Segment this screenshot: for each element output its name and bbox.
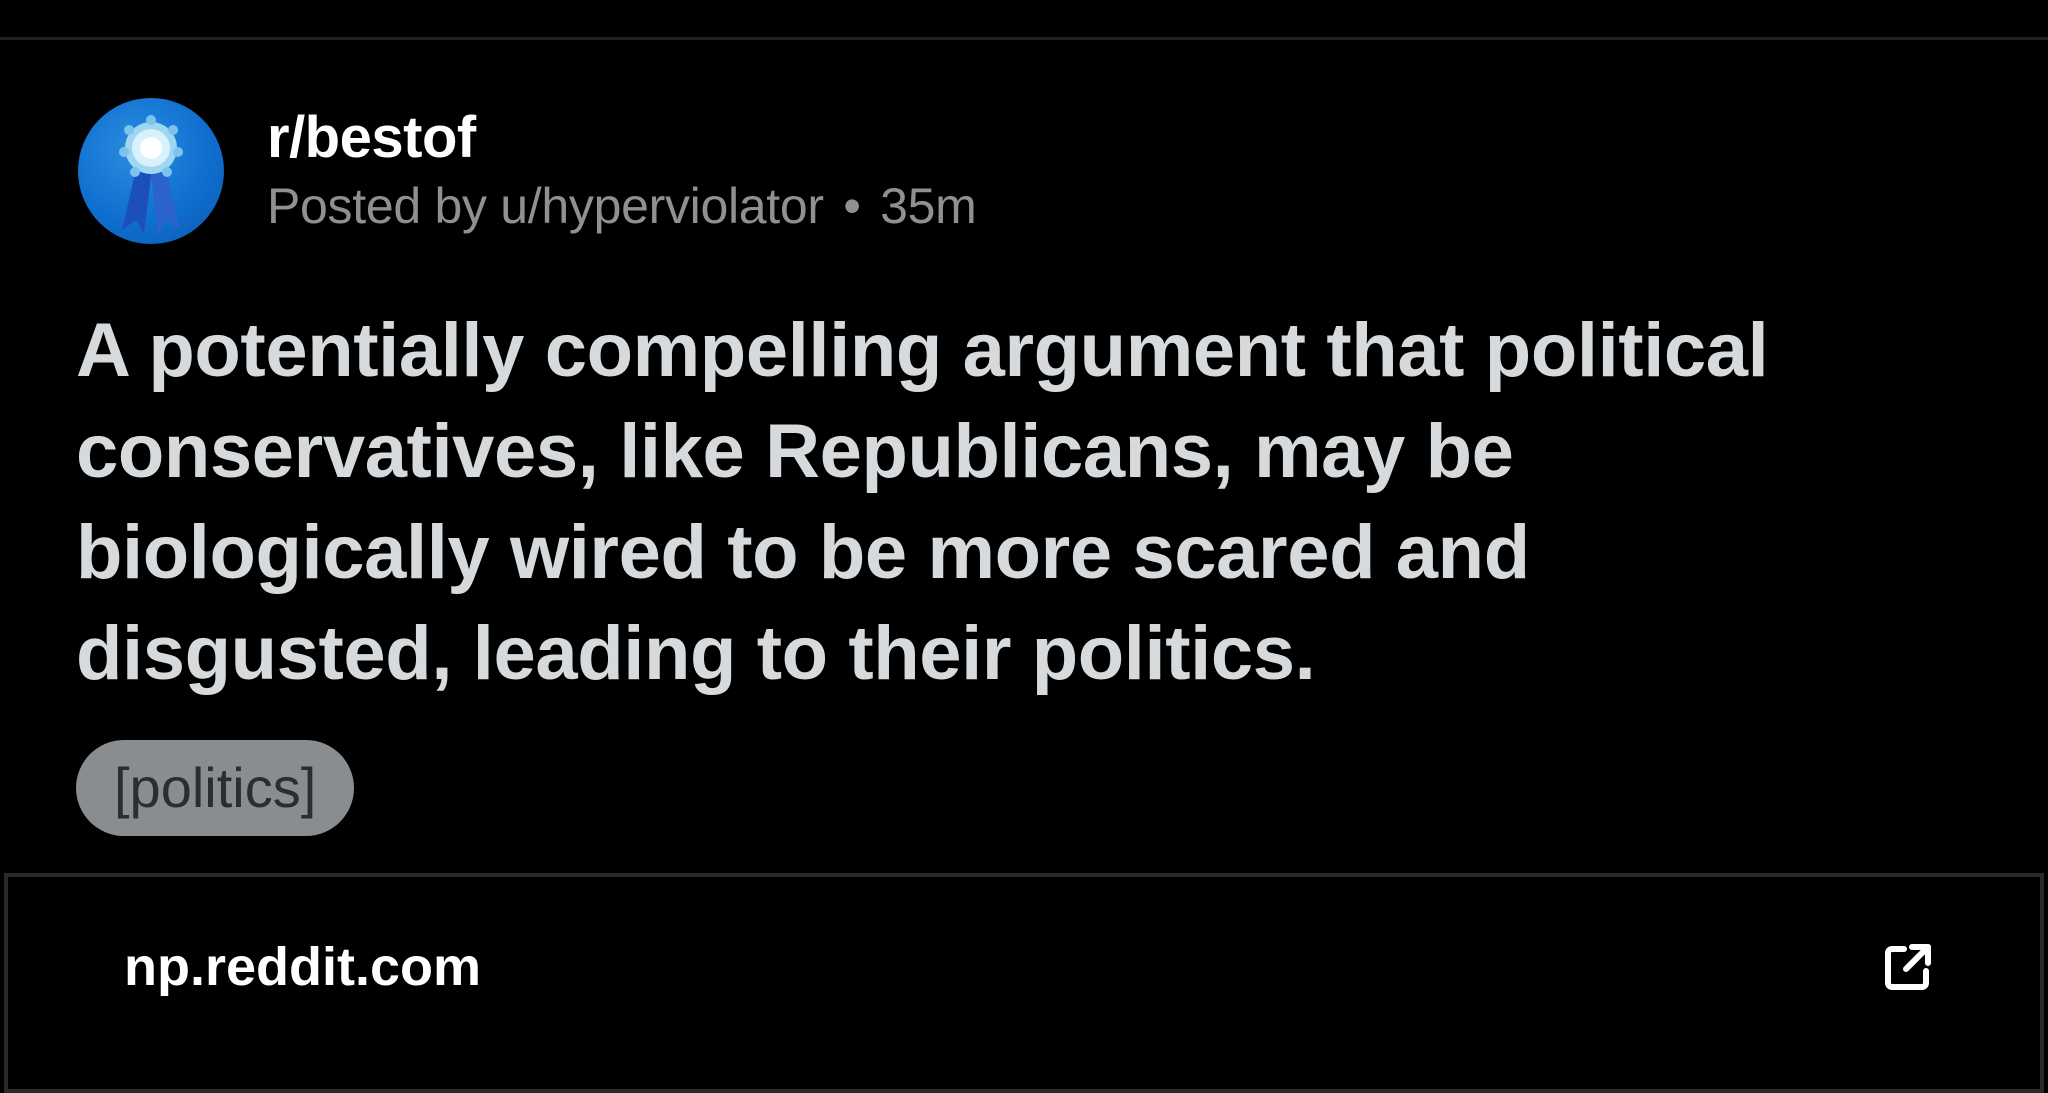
top-divider: [0, 37, 2048, 40]
meta-separator: •: [843, 178, 861, 234]
post-age: 35m: [880, 178, 977, 234]
subreddit-name[interactable]: r/bestof: [267, 103, 977, 173]
post-title[interactable]: A potentially compelling argument that p…: [76, 300, 1916, 704]
post-meta: Posted by u/hyperviolator • 35m: [267, 173, 977, 239]
post-header: r/bestof Posted by u/hyperviolator • 35m: [78, 98, 977, 244]
link-preview-card[interactable]: np.reddit.com: [4, 873, 2044, 1093]
header-text: r/bestof Posted by u/hyperviolator • 35m: [267, 98, 977, 244]
post-flair[interactable]: [politics]: [76, 740, 355, 836]
subreddit-avatar[interactable]: [78, 98, 224, 244]
link-domain: np.reddit.com: [124, 937, 482, 997]
author-link[interactable]: u/hyperviolator: [500, 178, 824, 234]
external-link-icon[interactable]: [1878, 937, 1938, 997]
ribbon-award-icon: [119, 115, 183, 234]
posted-by-label: Posted by: [267, 178, 487, 234]
